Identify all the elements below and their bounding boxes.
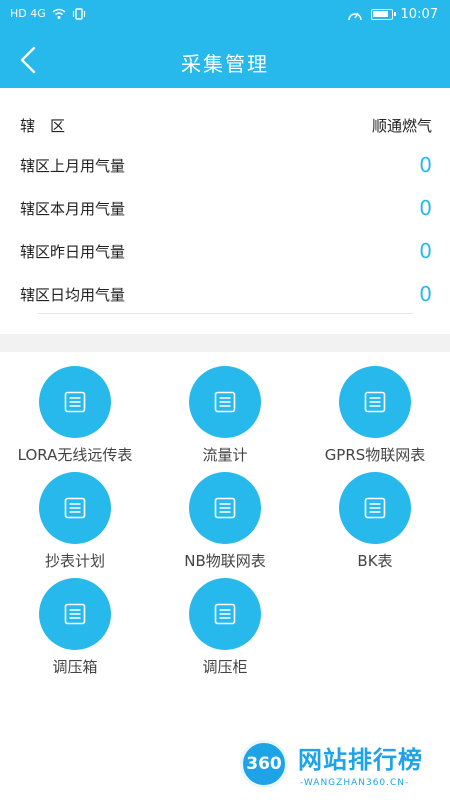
status-indicators: HD 4G xyxy=(10,7,86,20)
page-title: 采集管理 xyxy=(181,52,269,76)
grid-icon-circle xyxy=(339,472,411,544)
summary-label: 辖 区 xyxy=(20,116,66,135)
grid-item-regulator-box[interactable]: 调压箱 xyxy=(0,564,150,676)
grid-item-reading-plan[interactable]: 抄表计划 xyxy=(0,458,150,570)
list-icon xyxy=(64,391,86,413)
grid-icon-circle xyxy=(39,472,111,544)
clock: 10:07 xyxy=(400,7,438,22)
network-indicator: HD 4G xyxy=(10,7,46,20)
status-right: 10:07 xyxy=(347,7,438,22)
list-icon xyxy=(214,391,236,413)
summary-label: 辖区昨日用气量 xyxy=(20,242,126,261)
list-icon xyxy=(364,391,386,413)
summary-value: 0 xyxy=(419,282,432,306)
grid-item-label: 调压箱 xyxy=(52,658,98,676)
summary-label: 辖区上月用气量 xyxy=(20,156,126,175)
list-icon xyxy=(214,603,236,625)
list-icon xyxy=(64,603,86,625)
summary-row-yesterday: 辖区昨日用气量 0 xyxy=(20,231,432,271)
list-icon xyxy=(364,497,386,519)
list-icon xyxy=(64,497,86,519)
divider xyxy=(38,313,413,314)
grid-item-regulator-cabinet[interactable]: 调压柜 xyxy=(150,564,300,676)
summary-row-district: 辖 区 顺通燃气 xyxy=(20,105,432,145)
summary-label: 辖区本月用气量 xyxy=(20,199,126,218)
grid-item-bk-meter[interactable]: BK表 xyxy=(300,458,450,570)
watermark-subtitle: -WANGZHAN360.CN- xyxy=(300,778,410,788)
grid-item-flowmeter[interactable]: 流量计 xyxy=(150,352,300,464)
summary-value: 0 xyxy=(419,153,432,177)
grid-item-gprs-meter[interactable]: GPRS物联网表 xyxy=(300,352,450,464)
grid-icon-circle xyxy=(189,472,261,544)
grid-item-label: BK表 xyxy=(357,552,393,570)
grid-icon-circle xyxy=(339,366,411,438)
summary-value: 0 xyxy=(419,239,432,263)
summary-row-last-month: 辖区上月用气量 0 xyxy=(20,145,432,185)
grid-icon-circle xyxy=(39,366,111,438)
function-grid: LORA无线远传表 流量计 GPRS物联网表 抄表计划 NB物联网表 BK表 调… xyxy=(0,352,450,692)
nav-bar: 采集管理 xyxy=(0,32,450,88)
wifi-icon xyxy=(52,8,66,19)
battery-icon xyxy=(370,9,396,20)
summary-card: 辖 区 顺通燃气 辖区上月用气量 0 辖区本月用气量 0 辖区昨日用气量 0 辖… xyxy=(0,88,450,334)
summary-value: 顺通燃气 xyxy=(371,116,432,135)
section-separator xyxy=(0,334,450,352)
grid-item-label: 调压柜 xyxy=(202,658,248,676)
summary-value: 0 xyxy=(419,196,432,220)
grid-item-nb-meter[interactable]: NB物联网表 xyxy=(150,458,300,570)
grid-icon-circle xyxy=(189,366,261,438)
list-icon xyxy=(214,497,236,519)
grid-icon-circle xyxy=(39,578,111,650)
grid-icon-circle xyxy=(189,578,261,650)
watermark-title: 网站排行榜 xyxy=(298,746,423,774)
summary-row-daily-average: 辖区日均用气量 0 xyxy=(20,274,432,314)
watermark-logo: 360 网站排行榜 -WANGZHAN360.CN- xyxy=(232,738,446,798)
speed-icon xyxy=(347,12,362,20)
summary-label: 辖区日均用气量 xyxy=(20,285,126,304)
status-bar: HD 4G 10:07 xyxy=(0,0,450,32)
watermark-badge: 360 xyxy=(240,740,288,788)
summary-row-this-month: 辖区本月用气量 0 xyxy=(20,188,432,228)
grid-item-lora-meter[interactable]: LORA无线远传表 xyxy=(0,352,150,464)
vibrate-icon xyxy=(72,7,85,20)
